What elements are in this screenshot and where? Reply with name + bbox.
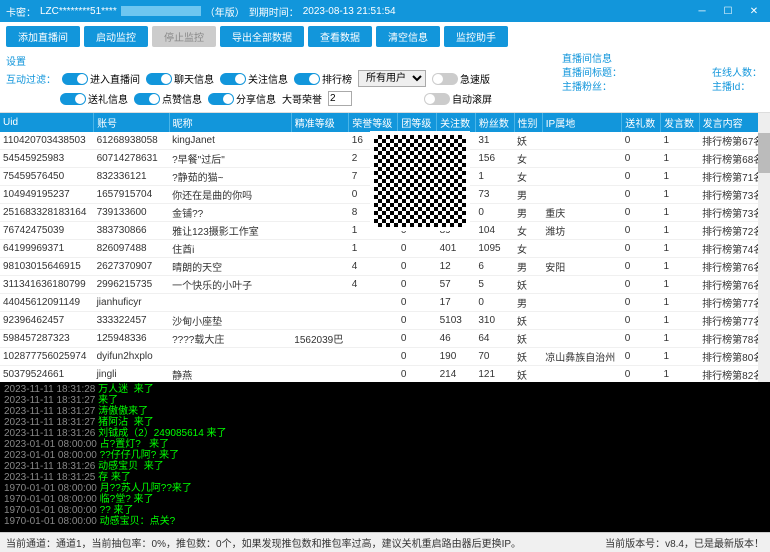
start-monitor-button[interactable]: 启动监控 <box>84 26 148 47</box>
table-row[interactable]: 3113416361807992996215735一个快乐的小叶子40575妖0… <box>0 276 770 294</box>
version: （年版） <box>205 4 245 19</box>
console-line: 2023-11-11 18:31:26 刘钺成（2）249085614 来了 <box>4 428 766 439</box>
table-row[interactable]: 981030156469152627370907晴朗的天空40126男安阳01排… <box>0 258 770 276</box>
card-value: LZC********51**** <box>40 6 117 17</box>
toggle-follow[interactable] <box>220 73 246 85</box>
col-header[interactable]: 发言数 <box>660 113 699 132</box>
console-line: 2023-11-11 18:31:27 涛傲傲来了 <box>4 406 766 417</box>
toolbar: 添加直播间 启动监控 停止监控 导出全部数据 查看数据 清空信息 监控助手 <box>0 22 770 51</box>
maximize-button[interactable]: ☐ <box>718 4 738 18</box>
toggle-rapid[interactable] <box>432 73 458 85</box>
console-line: 1970-01-01 08:00:00 临?堂? 来了 <box>4 494 766 505</box>
table-row[interactable]: 64199969371826097488住酋i104011095女01排行榜第7… <box>0 240 770 258</box>
data-table-wrap[interactable]: Uid账号昵称精准等级荣誉等级团等级关注数粉丝数性别IP属地送礼数发言数发言内容… <box>0 112 770 382</box>
stop-monitor-button[interactable]: 停止监控 <box>152 26 216 47</box>
console-line: 1970-01-01 08:00:00 月??苏人几阿??来了 <box>4 483 766 494</box>
card-label: 卡密： <box>6 4 36 19</box>
col-header[interactable]: 荣誉等级 <box>349 113 398 132</box>
col-header[interactable]: 账号 <box>94 113 170 132</box>
minimize-button[interactable]: ─ <box>692 4 712 18</box>
settings-panel: 设置 互动过滤： 进入直播间 聊天信息 关注信息 排行榜 所有用户 急速版 送礼… <box>0 51 770 112</box>
toggle-gift[interactable] <box>60 93 86 105</box>
col-header[interactable]: 关注数 <box>437 113 476 132</box>
console-line: 1970-01-01 08:00:00 动感宝贝：点关? <box>4 516 766 527</box>
console-line: 2023-01-01 08:00:00 占?置灯? 来了 <box>4 439 766 450</box>
console-line: 2023-11-11 18:31:27 来了 <box>4 395 766 406</box>
filter-label: 互动过滤： <box>6 71 56 86</box>
col-header[interactable]: IP属地 <box>542 113 622 132</box>
status-right: 当前版本号：v8.4，已是最新版本！ <box>605 535 764 550</box>
user-select[interactable]: 所有用户 <box>358 70 426 87</box>
add-room-button[interactable]: 添加直播间 <box>6 26 80 47</box>
view-data-button[interactable]: 查看数据 <box>308 26 372 47</box>
console-line: 2023-01-01 08:00:00 ??仔仔几阿? 来了 <box>4 450 766 461</box>
clear-info-button[interactable]: 清空信息 <box>376 26 440 47</box>
col-header[interactable]: 昵称 <box>169 113 291 132</box>
toggle-share[interactable] <box>208 93 234 105</box>
console-line: 2023-11-11 18:31:28 万人迷 来了 <box>4 384 766 395</box>
console-line: 1970-01-01 08:00:00 ?? 来了 <box>4 505 766 516</box>
table-row[interactable]: 92396462457333322457沙甸小座垫05103310妖01排行榜第… <box>0 312 770 330</box>
col-header[interactable]: Uid <box>0 113 94 132</box>
console-line: 2023-11-11 18:31:26 动感宝贝 来了 <box>4 461 766 472</box>
expire-value: 2023-08-13 21:51:54 <box>303 6 396 17</box>
monitor-helper-button[interactable]: 监控助手 <box>444 26 508 47</box>
console[interactable]: 2023-11-11 18:31:28 万人迷 来了2023-11-11 18:… <box>0 382 770 532</box>
col-header[interactable]: 性别 <box>514 113 542 132</box>
status-left: 当前通道：通道1，当前抽包率：0%，推包数：0个，如果发现推包数和推包率过高，建… <box>6 535 521 550</box>
toggle-like[interactable] <box>134 93 160 105</box>
qr-code <box>370 131 470 231</box>
toggle-chat[interactable] <box>146 73 172 85</box>
toggle-autoscroll[interactable] <box>424 93 450 105</box>
table-row[interactable]: 598457287323125948336????载大庄1562039巴0466… <box>0 330 770 348</box>
scrollbar[interactable] <box>758 113 770 382</box>
titlebar: 卡密： LZC********51**** （年版） 到期时间： 2023-08… <box>0 0 770 22</box>
room-info: 直播间信息 直播间标题：在线人数： 主播粉丝：主播Id： <box>562 53 762 95</box>
honor-num-input[interactable] <box>328 91 352 106</box>
console-line: 2023-11-11 18:31:25 存 来了 <box>4 472 766 483</box>
col-header[interactable]: 团等级 <box>398 113 437 132</box>
toggle-enter-room[interactable] <box>62 73 88 85</box>
toggle-rank[interactable] <box>294 73 320 85</box>
export-all-button[interactable]: 导出全部数据 <box>220 26 304 47</box>
table-row[interactable]: 44045612091149jianhuficyr0170男01排行榜第77名 <box>0 294 770 312</box>
table-row[interactable]: 50379524661jingli静燕0214121妖01排行榜第82名 <box>0 366 770 383</box>
console-line: 2023-11-11 18:31:27 猪阿沾 来了 <box>4 417 766 428</box>
table-row[interactable]: 102877756025974dyifun2hxplo019070妖凉山彝族自治… <box>0 348 770 366</box>
col-header[interactable]: 送礼数 <box>622 113 661 132</box>
expire-label: 到期时间： <box>249 4 299 19</box>
close-button[interactable]: ✕ <box>744 4 764 18</box>
col-header[interactable]: 精准等级 <box>291 113 348 132</box>
statusbar: 当前通道：通道1，当前抽包率：0%，推包数：0个，如果发现推包数和推包率过高，建… <box>0 532 770 552</box>
col-header[interactable]: 粉丝数 <box>475 113 514 132</box>
card-mask <box>121 6 201 16</box>
